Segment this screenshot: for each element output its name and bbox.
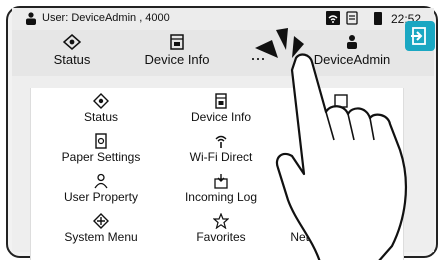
battery-icon (374, 12, 382, 25)
device-info-icon (215, 93, 227, 109)
menu-item-label: H (336, 150, 346, 164)
help-icon (333, 133, 349, 149)
menu-item-label: System Menu (64, 230, 138, 244)
menu-item-label: Incoming Log (184, 190, 258, 204)
menu-item-system-menu[interactable]: System Menu (46, 213, 156, 251)
menu-item-label: Paper Settings (61, 150, 141, 164)
menu-item-user-property[interactable]: User Property (46, 173, 156, 211)
menu-item-label: NetworkSetting (290, 230, 372, 244)
top-navigation: Status Device Info ... DeviceAdmin (12, 30, 434, 76)
status-icon (93, 93, 109, 109)
logged-in-user: User: DeviceAdmin , 4000 (42, 12, 170, 24)
menu-item-paper-settings[interactable]: Paper Settings (46, 133, 156, 171)
incoming-log-icon (214, 174, 228, 189)
tab-status[interactable]: Status (42, 32, 102, 76)
system-menu-icon (93, 213, 109, 229)
more-tabs-button[interactable]: ... (244, 44, 272, 88)
menu-panel: Status Device Info L Paper Settings Wi-F… (30, 88, 404, 260)
menu-item-status[interactable]: Status (46, 93, 156, 131)
tab-device-admin-label: DeviceAdmin (313, 52, 391, 67)
user-icon (347, 35, 357, 49)
menu-item-network-setting[interactable]: NetworkSetting (276, 213, 386, 251)
menu-item-label: L (337, 110, 345, 124)
network-setting-icon (323, 213, 339, 229)
favorites-icon (213, 213, 229, 229)
user-property-icon (94, 173, 108, 189)
device-info-icon (170, 34, 184, 50)
wifi-direct-icon (215, 135, 227, 148)
wifi-icon (326, 11, 340, 25)
menu-item-label: Device Info (190, 110, 252, 124)
status-icon (63, 34, 81, 50)
printer-status-icon (346, 11, 358, 25)
tab-status-label: Status (53, 52, 91, 67)
menu-item-device-info[interactable]: Device Info (166, 93, 276, 131)
tab-device-info-label: Device Info (144, 52, 210, 67)
menu-item-incoming-log[interactable]: Incoming Log (166, 173, 276, 211)
status-bar: User: DeviceAdmin , 4000 22:52 (12, 8, 434, 30)
paper-settings-icon (95, 133, 107, 149)
menu-item-label: Favorites (196, 230, 246, 244)
outgoing-log-icon (333, 173, 349, 189)
menu-item-language[interactable]: L (286, 93, 396, 131)
menu-item-outgoing-log[interactable]: Outg (286, 173, 396, 211)
menu-item-wifi-direct[interactable]: Wi-Fi Direct (166, 133, 276, 171)
tab-device-admin[interactable]: DeviceAdmin (304, 32, 400, 76)
menu-item-label: Wi-Fi Direct (189, 150, 253, 164)
language-icon (334, 94, 348, 108)
logout-button[interactable] (405, 21, 435, 51)
menu-item-favorites[interactable]: Favorites (166, 213, 276, 251)
logout-icon (411, 27, 426, 45)
menu-item-help[interactable]: H (286, 133, 396, 171)
menu-item-label: Status (83, 110, 119, 124)
menu-item-label: User Property (63, 190, 139, 204)
menu-item-label: Outg (327, 190, 354, 204)
more-icon: ... (250, 44, 266, 64)
tab-device-info[interactable]: Device Info (132, 32, 222, 76)
user-icon (26, 12, 36, 25)
